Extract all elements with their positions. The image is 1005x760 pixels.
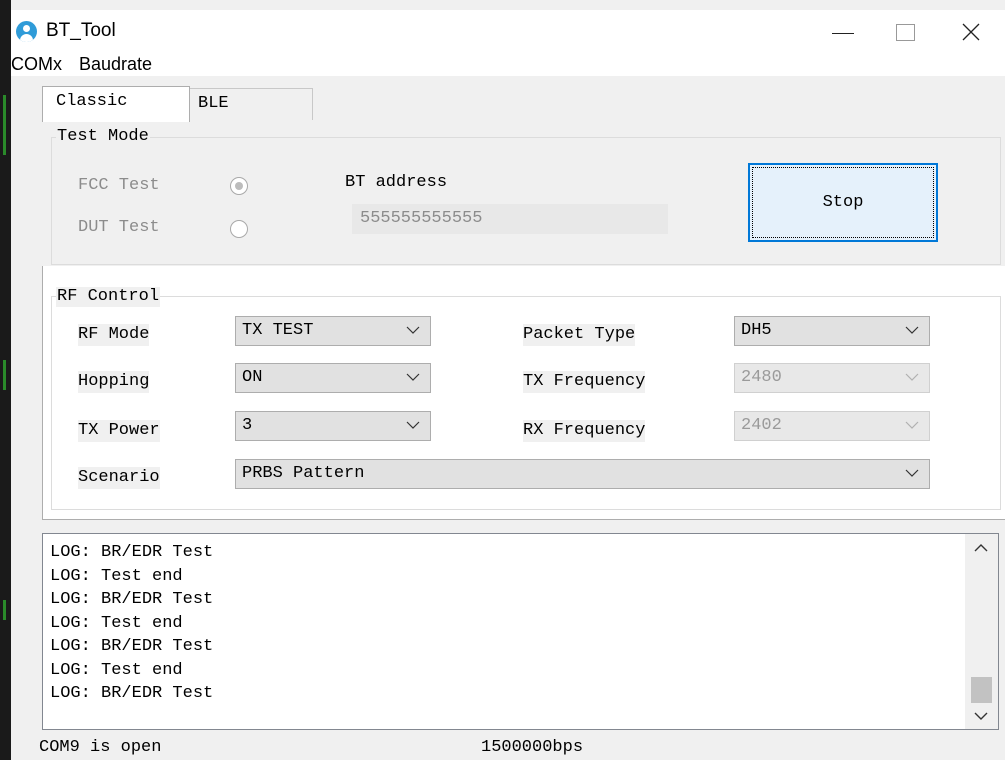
menu-comx[interactable]: COMx: [11, 54, 62, 74]
packet-type-select[interactable]: DH5: [734, 316, 930, 346]
rf-mode-label: RF Mode: [78, 324, 150, 346]
rx-frequency-select[interactable]: 2402: [734, 411, 930, 441]
log-line: LOG: BR/EDR Test: [50, 590, 214, 609]
chevron-down-icon: [406, 421, 420, 429]
window-title: BT_Tool: [46, 20, 116, 41]
tab-ble[interactable]: BLE: [189, 88, 313, 120]
log-line: LOG: BR/EDR Test: [50, 637, 214, 656]
scenario-label: Scenario: [78, 467, 160, 489]
log-textarea[interactable]: LOG: BR/EDR Test LOG: Test end LOG: BR/EDR…: [42, 533, 999, 730]
log-line: LOG: Test end: [50, 566, 183, 586]
chevron-down-icon[interactable]: [974, 711, 988, 721]
packet-type-label: Packet Type: [523, 324, 636, 346]
hopping-select[interactable]: ON: [235, 363, 431, 393]
fcc-test-radio[interactable]: [230, 177, 248, 195]
log-line: LOG: Test end: [50, 613, 183, 633]
rx-frequency-value: 2402: [741, 416, 782, 435]
app-icon: [16, 21, 37, 42]
chevron-up-icon[interactable]: [974, 543, 988, 553]
maximize-button[interactable]: [873, 10, 937, 54]
hopping-label: Hopping: [78, 371, 150, 393]
tab-classic-label: Classic: [56, 92, 128, 111]
scrollbar-thumb[interactable]: [971, 677, 992, 703]
close-button[interactable]: [939, 10, 1003, 54]
chevron-down-icon: [406, 326, 420, 334]
chevron-down-icon: [905, 469, 919, 477]
scenario-select[interactable]: PRBS Pattern: [235, 459, 930, 489]
status-baud: 1500000bps: [481, 738, 584, 757]
title-bar: BT_Tool: [11, 10, 1005, 54]
status-bar: COM9 is open 1500000bps: [11, 735, 1005, 760]
rx-frequency-label: RX Frequency: [523, 420, 646, 442]
log-text: LOG: BR/EDR Test LOG: Test end LOG: BR/EDR…: [50, 541, 213, 706]
tx-frequency-value: 2480: [741, 368, 782, 387]
dut-test-label: DUT Test: [78, 217, 160, 239]
test-mode-title: Test Mode: [56, 127, 150, 147]
dut-test-radio[interactable]: [230, 220, 248, 238]
chevron-down-icon: [905, 421, 919, 429]
rf-mode-select[interactable]: TX TEST: [235, 316, 431, 346]
minimize-icon: [832, 32, 854, 34]
app-window: BT_Tool COMx Baudrate Classic BLE Test M…: [11, 0, 1005, 760]
menu-baudrate[interactable]: Baudrate: [79, 54, 152, 74]
log-line: LOG: BR/EDR Test: [50, 543, 214, 562]
close-icon: [962, 23, 980, 41]
chevron-down-icon: [905, 326, 919, 334]
tx-frequency-select[interactable]: 2480: [734, 363, 930, 393]
tab-classic[interactable]: Classic: [42, 86, 190, 122]
tx-power-label: TX Power: [78, 420, 160, 442]
hopping-value: ON: [242, 368, 263, 387]
tx-power-value: 3: [242, 416, 253, 435]
packet-type-value: DH5: [741, 321, 772, 340]
chevron-down-icon: [905, 373, 919, 381]
status-port: COM9 is open: [39, 738, 162, 757]
rf-control-title: RF Control: [56, 287, 161, 307]
fcc-test-label: FCC Test: [78, 175, 160, 197]
log-line: LOG: BR/EDR Test: [50, 684, 214, 703]
maximize-icon: [895, 23, 915, 41]
minimize-button[interactable]: [811, 10, 875, 54]
tx-frequency-label: TX Frequency: [523, 371, 646, 393]
stop-button[interactable]: Stop: [748, 163, 938, 242]
bt-address-label: BT address: [345, 172, 448, 194]
background-strip: [0, 0, 11, 760]
scenario-value: PRBS Pattern: [242, 464, 365, 483]
log-scrollbar[interactable]: [965, 534, 998, 729]
chevron-down-icon: [406, 373, 420, 381]
menu-bar: COMx Baudrate: [11, 54, 1005, 76]
rf-mode-value: TX TEST: [242, 321, 314, 340]
log-line: LOG: Test end: [50, 660, 183, 680]
tab-ble-label: BLE: [198, 94, 229, 113]
tx-power-select[interactable]: 3: [235, 411, 431, 441]
bt-address-field[interactable]: 555555555555: [352, 204, 668, 234]
